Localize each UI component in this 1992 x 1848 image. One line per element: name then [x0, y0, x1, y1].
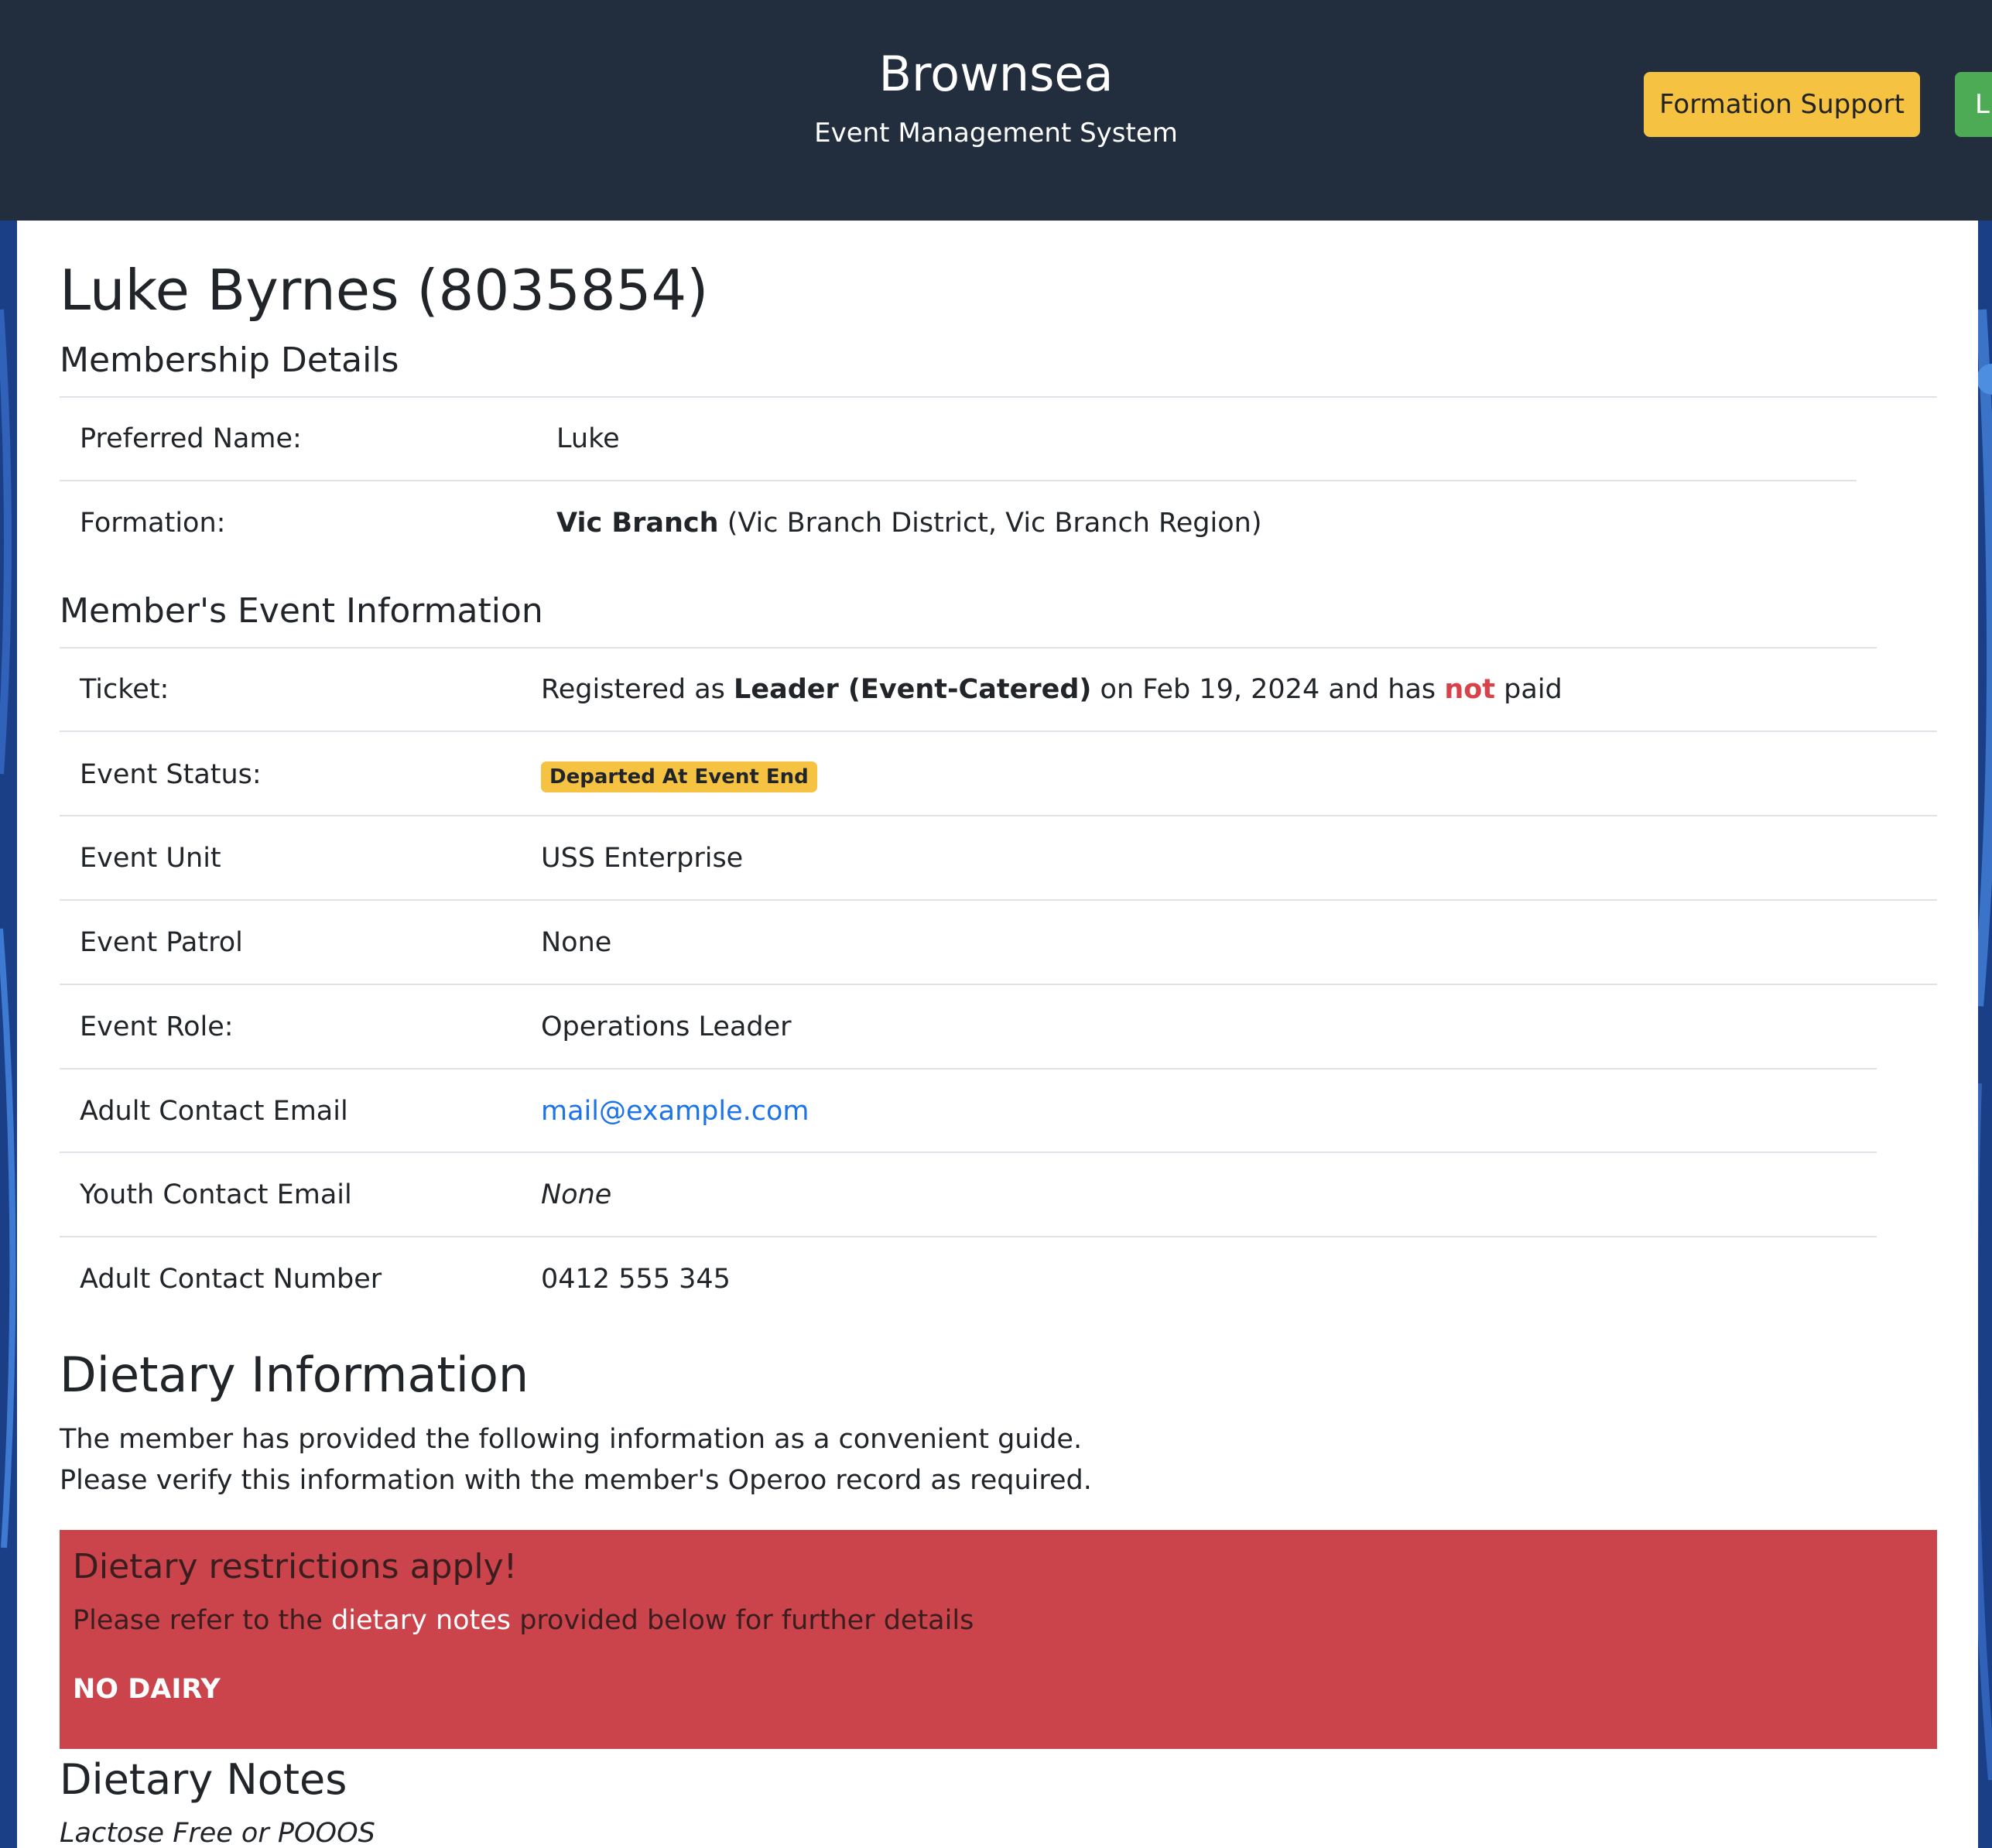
formation-label: Formation: — [80, 508, 226, 539]
event-status-value: Departed At Event End — [541, 756, 817, 793]
divider — [60, 480, 1857, 481]
divider — [60, 1236, 1877, 1237]
dietary-notes-heading: Dietary Notes — [60, 1755, 347, 1804]
dietary-intro-line1: The member has provided the following in… — [60, 1424, 1083, 1455]
alert-suffix: provided below for further details — [519, 1605, 974, 1636]
youth-email-value: None — [541, 1179, 612, 1210]
preferred-name-value: Luke — [556, 423, 620, 454]
youth-email-label: Youth Contact Email — [80, 1179, 352, 1210]
member-heading: Luke Byrnes (8035854) — [60, 258, 709, 323]
event-status-label: Event Status: — [80, 759, 262, 790]
alert-prefix: Please refer to the — [73, 1605, 323, 1636]
ticket-value: Registered as Leader (Event-Catered) on … — [541, 671, 1562, 708]
ticket-prefix: Registered as — [541, 674, 725, 705]
event-patrol-label: Event Patrol — [80, 927, 243, 958]
member-detail-card: Luke Byrnes (8035854) Membership Details… — [17, 221, 1978, 1848]
adult-email-link[interactable]: mail@example.com — [541, 1093, 809, 1130]
divider — [60, 815, 1937, 816]
top-navbar: Brownsea Event Management System Formati… — [0, 0, 1992, 221]
alert-text: Please refer to the dietary notes provid… — [73, 1601, 974, 1640]
event-unit-label: Event Unit — [80, 843, 221, 874]
divider — [60, 731, 1937, 732]
logout-button[interactable]: L — [1955, 72, 1992, 137]
event-unit-value: USS Enterprise — [541, 843, 744, 874]
dietary-heading: Dietary Information — [60, 1347, 529, 1403]
adult-number-label: Adult Contact Number — [80, 1264, 382, 1295]
alert-title: Dietary restrictions apply! — [73, 1547, 518, 1586]
event-patrol-value: None — [541, 927, 612, 958]
event-role-label: Event Role: — [80, 1011, 234, 1042]
formation-value: Vic Branch (Vic Branch District, Vic Bra… — [556, 505, 1261, 542]
formation-name: Vic Branch — [556, 508, 719, 539]
divider — [60, 899, 1937, 901]
not-paid-flag: not — [1444, 674, 1496, 705]
event-information-heading: Member's Event Information — [60, 591, 543, 631]
ticket-suffix: paid — [1504, 674, 1562, 705]
ticket-date: on Feb 19, 2024 and has — [1100, 674, 1436, 705]
event-role-value: Operations Leader — [541, 1011, 792, 1042]
formation-detail: (Vic Branch District, Vic Branch Region) — [727, 508, 1262, 539]
membership-details-heading: Membership Details — [60, 341, 399, 380]
divider — [60, 984, 1937, 985]
dietary-notes-text: Lactose Free or POOOS — [60, 1818, 375, 1848]
formation-support-button[interactable]: Formation Support — [1644, 72, 1920, 137]
divider — [60, 1152, 1877, 1153]
adult-number-value: 0412 555 345 — [541, 1264, 731, 1295]
divider — [60, 647, 1877, 649]
status-badge: Departed At Event End — [541, 761, 817, 792]
dietary-restriction: NO DAIRY — [73, 1674, 221, 1705]
dietary-alert: Dietary restrictions apply! Please refer… — [60, 1530, 1937, 1749]
dietary-intro-line2: Please verify this information with the … — [60, 1465, 1092, 1496]
adult-email-label: Adult Contact Email — [80, 1096, 348, 1127]
divider — [60, 396, 1937, 398]
ticket-type: Leader (Event-Catered) — [734, 674, 1092, 705]
divider — [60, 1068, 1877, 1069]
preferred-name-label: Preferred Name: — [80, 423, 302, 454]
ticket-label: Ticket: — [80, 674, 169, 705]
dietary-notes-link[interactable]: dietary notes — [331, 1605, 511, 1636]
